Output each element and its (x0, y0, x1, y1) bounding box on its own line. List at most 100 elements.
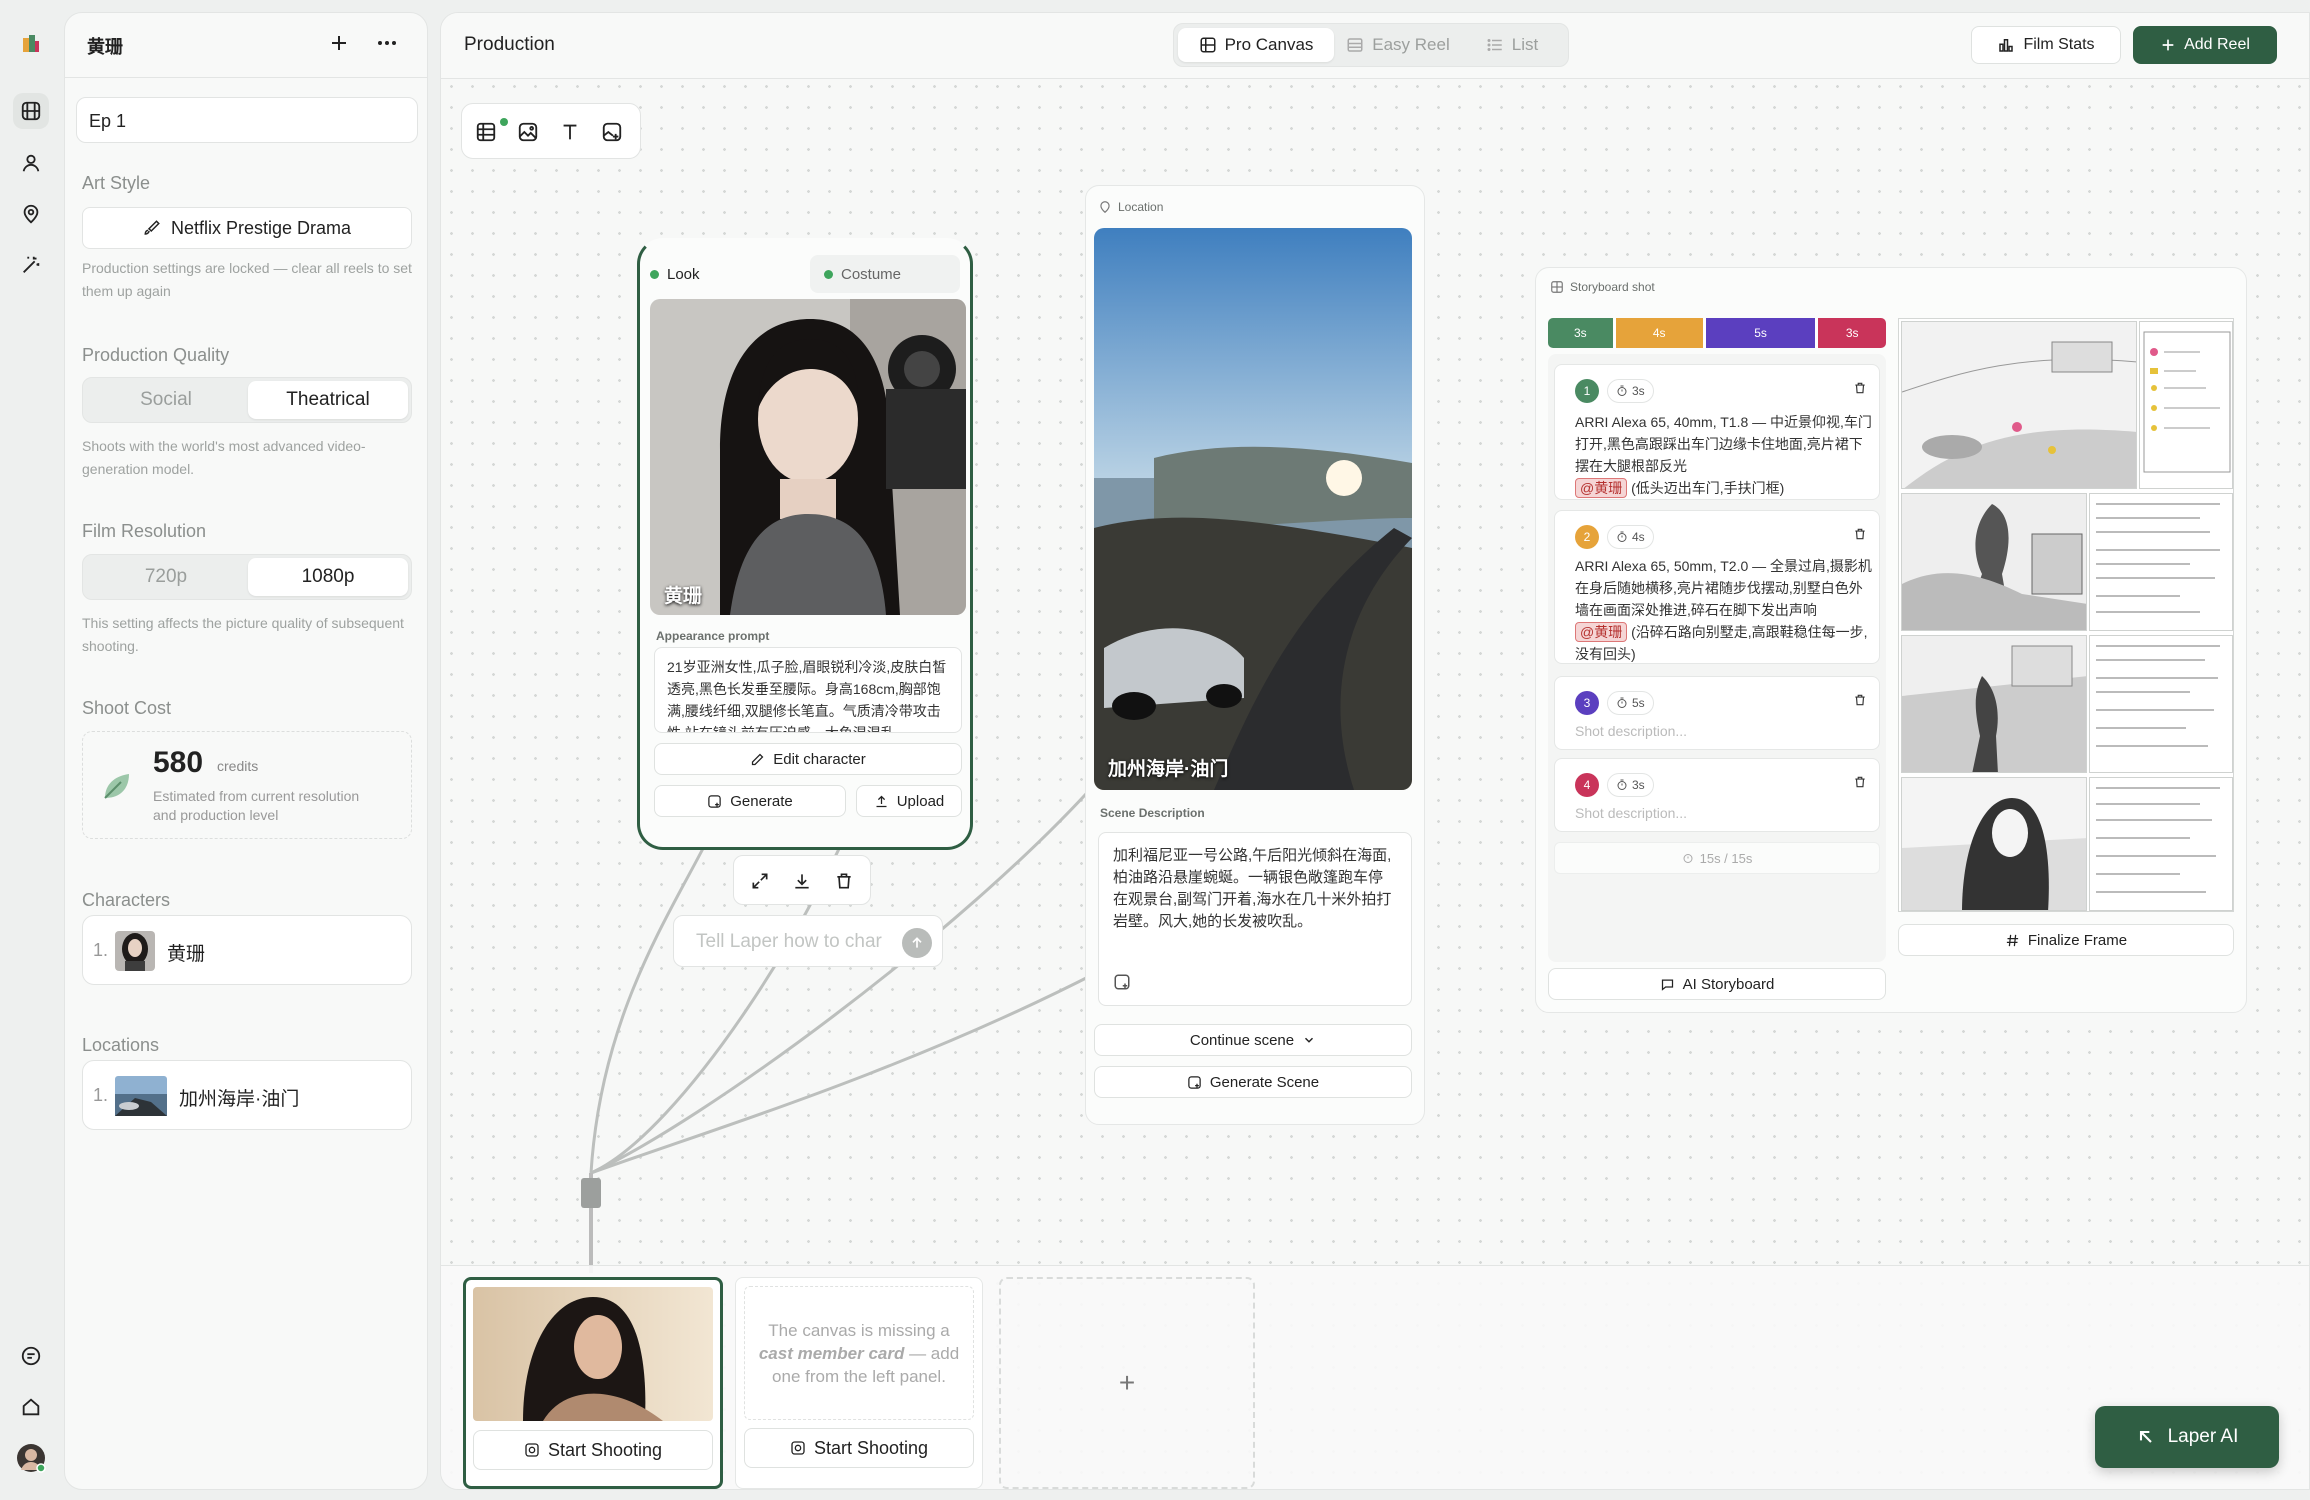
timeline-segment-3[interactable]: 5s (1705, 318, 1819, 348)
continue-scene-label: Continue scene (1189, 1031, 1295, 1049)
shot-duration[interactable]: 3s (1607, 773, 1654, 797)
finalize-frame-label: Finalize Frame (2027, 931, 2128, 949)
location-image (1094, 228, 1412, 790)
delete-icon[interactable] (834, 871, 854, 891)
location-thumbnail (115, 1076, 167, 1116)
resolution-option-1080p[interactable]: 1080p (248, 558, 408, 596)
character-thumbnail (115, 931, 155, 971)
start-shooting-label: Start Shooting (547, 1439, 663, 1460)
laper-ai-button[interactable]: Laper AI (2095, 1406, 2279, 1468)
shot-item[interactable]: 4 3s Shot description... (1554, 758, 1880, 832)
shoot-cost-label: Shoot Cost (82, 698, 172, 718)
shot-number: 1 (1575, 379, 1599, 403)
sketch-frame (1901, 635, 2087, 773)
appearance-prompt-field[interactable]: 21岁亚洲女性,瓜子脸,眉眼锐利冷淡,皮肤白皙透亮,黑色长发垂至腰际。身高168… (654, 647, 962, 733)
timer-icon (1617, 697, 1627, 708)
character-card[interactable]: Look Costume 黄珊 Appearance prompt 21岁亚洲女… (637, 238, 973, 850)
app-rail (0, 0, 64, 1500)
location-list-item[interactable]: 1. 加州海岸·油门 (82, 1060, 412, 1130)
reel-icon[interactable] (13, 93, 49, 129)
character-name: 黄珊 (167, 944, 206, 965)
production-quality-label: Production Quality (82, 345, 230, 365)
person-icon[interactable] (13, 145, 49, 181)
app-logo[interactable] (13, 25, 49, 61)
home-icon[interactable] (13, 1389, 49, 1425)
leaf-icon (104, 774, 129, 799)
shot-timeline[interactable]: 3s 4s 5s 3s (1548, 318, 1886, 348)
art-style-field[interactable]: Netflix Prestige Drama (82, 207, 412, 249)
shot-list: 1 3s ARRI Alexa 65, 40mm, T1.8 — 中近景仰视,车… (1548, 354, 1886, 962)
shot-item[interactable]: 1 3s ARRI Alexa 65, 40mm, T1.8 — 中近景仰视,车… (1554, 364, 1880, 500)
timeline-segment-2[interactable]: 4s (1615, 318, 1706, 348)
storyboard-sketch-sheet[interactable] (1898, 318, 2234, 912)
user-avatar[interactable] (13, 1440, 49, 1476)
more-icon[interactable] (375, 31, 399, 55)
production-quality-toggle: Social Theatrical (82, 377, 412, 423)
trash-icon[interactable] (1853, 381, 1867, 395)
art-style-label: Art Style (82, 173, 151, 193)
timeline-segment-4[interactable]: 3s (1818, 318, 1886, 348)
timeline-segment-1[interactable]: 3s (1548, 318, 1616, 348)
reel-spool-icon (581, 1178, 601, 1208)
shot-duration[interactable]: 3s (1607, 379, 1654, 403)
production-canvas[interactable]: Production Pro Canvas Easy Reel List Fil… (440, 12, 2310, 1490)
ai-storyboard-button[interactable]: AI Storyboard (1548, 968, 1886, 1000)
generate-look-button[interactable]: Generate (654, 785, 846, 817)
upload-icon (876, 795, 887, 807)
location-icon[interactable] (13, 196, 49, 232)
shot-item[interactable]: 3 5s Shot description... (1554, 676, 1880, 750)
trash-icon[interactable] (1853, 527, 1867, 541)
shot-description-placeholder[interactable]: Shot description... (1575, 805, 1687, 821)
download-icon[interactable] (792, 871, 812, 891)
location-card[interactable]: Location 加州海岸·油门 Scene Description 加利福尼亚… (1085, 185, 1425, 1125)
shot-description[interactable]: ARRI Alexa 65, 50mm, T2.0 — 全景过肩,摄影机在身后随… (1575, 555, 1875, 665)
continue-scene-button[interactable]: Continue scene (1094, 1024, 1412, 1056)
upload-button[interactable]: Upload (856, 785, 962, 817)
scene-description-text: 加利福尼亚一号公路,午后阳光倾斜在海面,柏油路沿悬崖蜿蜒。一辆银色敞篷跑车停在观… (1113, 847, 1392, 930)
character-prompt-input[interactable]: Tell Laper how to char (673, 915, 943, 967)
laper-ai-label: Laper AI (2167, 1426, 2239, 1447)
add-icon[interactable] (327, 31, 351, 55)
trash-icon[interactable] (1853, 775, 1867, 789)
reel-slot-missing-cast[interactable]: The canvas is missing a cast member card… (735, 1277, 983, 1489)
tab-look[interactable]: Look (650, 259, 800, 289)
character-list-item[interactable]: 1. 黄珊 (82, 915, 412, 985)
tab-costume[interactable]: Costume (810, 255, 960, 293)
generate-scene-button[interactable]: Generate Scene (1094, 1066, 1412, 1098)
magic-wand-icon[interactable] (13, 247, 49, 283)
shot-item[interactable]: 2 4s ARRI Alexa 65, 50mm, T2.0 — 全景过肩,摄影… (1554, 510, 1880, 664)
quality-option-theatrical[interactable]: Theatrical (248, 381, 408, 419)
chat-icon[interactable] (13, 1338, 49, 1374)
start-shooting-button[interactable]: Start Shooting (473, 1430, 713, 1470)
quality-option-social[interactable]: Social (86, 381, 246, 419)
add-reel-slot[interactable]: + (999, 1277, 1255, 1489)
edit-character-label: Edit character (773, 750, 866, 768)
scene-description-field[interactable]: 加利福尼亚一号公路,午后阳光倾斜在海面,柏油路沿悬崖蜿蜒。一辆银色敞篷跑车停在观… (1098, 832, 1412, 1006)
shot-duration[interactable]: 5s (1607, 691, 1654, 715)
film-resolution-toggle: 720p 1080p (82, 554, 412, 600)
reel-slot[interactable]: Start Shooting (463, 1277, 723, 1489)
image-generate-icon (708, 794, 721, 808)
character-mention-tag[interactable]: @黄珊 (1575, 478, 1628, 498)
camera-icon (791, 1441, 805, 1455)
art-style-value: Netflix Prestige Drama (170, 217, 352, 238)
location-card-header: Location (1118, 200, 1164, 214)
start-shooting-button[interactable]: Start Shooting (744, 1428, 974, 1468)
expand-icon[interactable] (750, 871, 770, 891)
shot-duration[interactable]: 4s (1607, 525, 1654, 549)
image-generate-icon[interactable] (1113, 973, 1131, 991)
send-icon[interactable] (902, 928, 932, 958)
trash-icon[interactable] (1853, 693, 1867, 707)
episode-field[interactable]: Ep 1 (76, 97, 418, 143)
resolution-option-720p[interactable]: 720p (86, 558, 246, 596)
shot-description[interactable]: ARRI Alexa 65, 40mm, T1.8 — 中近景仰视,车门打开,黑… (1575, 411, 1875, 499)
storyboard-card[interactable]: Storyboard shot 3s 4s 5s 3s 1 3s ARRI Al… (1535, 267, 2247, 1013)
edit-character-button[interactable]: Edit character (654, 743, 962, 775)
storyboard-card-header: Storyboard shot (1570, 280, 1655, 294)
shot-description-placeholder[interactable]: Shot description... (1575, 723, 1687, 739)
character-mention-tag[interactable]: @黄珊 (1575, 622, 1628, 642)
ai-storyboard-label: AI Storyboard (1682, 975, 1775, 993)
sketch-legend (2139, 321, 2233, 489)
finalize-frame-button[interactable]: Finalize Frame (1898, 924, 2234, 956)
appearance-prompt-text: 21岁亚洲女性,瓜子脸,眉眼锐利冷淡,皮肤白皙透亮,黑色长发垂至腰际。身高168… (667, 659, 947, 733)
